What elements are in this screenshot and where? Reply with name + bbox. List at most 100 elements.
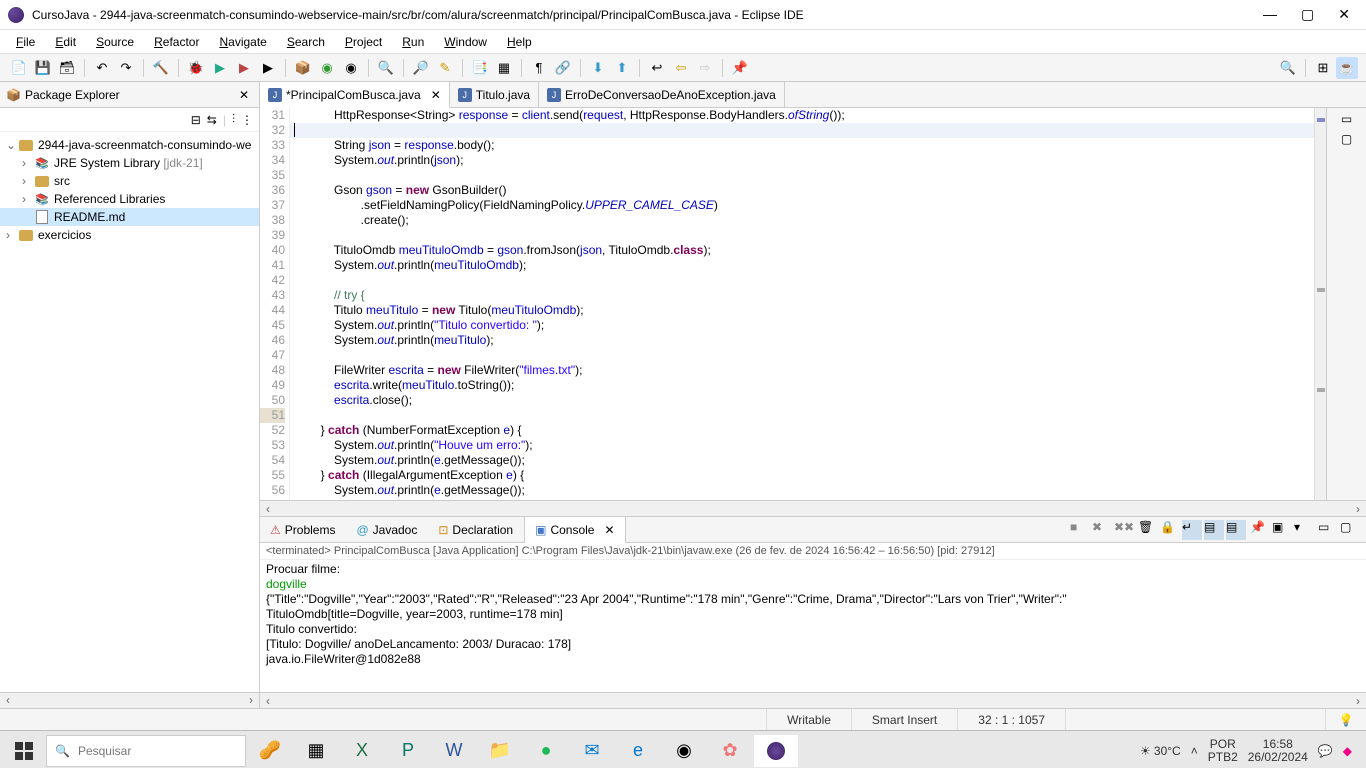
coverage-button[interactable]: ▶ (233, 57, 255, 79)
filter-button[interactable]: ⫶ (232, 112, 235, 127)
word-wrap-button[interactable]: ↵ (1182, 520, 1202, 540)
annotation-button[interactable]: ✎ (434, 57, 456, 79)
new-class-button[interactable]: ◉ (316, 57, 338, 79)
src-folder-item[interactable]: › src (0, 172, 259, 190)
console-hscroll[interactable]: ‹› (260, 692, 1366, 708)
mail-icon[interactable]: ✉ (570, 735, 614, 767)
editor-hscroll[interactable]: ‹› (260, 500, 1366, 516)
explorer-icon[interactable]: 📁 (478, 735, 522, 767)
free-icon[interactable]: ◆ (1343, 744, 1352, 758)
debug-button[interactable]: 🐞 (185, 57, 207, 79)
menu-window[interactable]: Window (436, 33, 495, 51)
code-editor[interactable]: 3132333435363738394041424344454647484950… (260, 108, 1366, 500)
save-button[interactable]: 💾 (32, 57, 54, 79)
readme-file-item[interactable]: README.md (0, 208, 259, 226)
prev-annotation-button[interactable]: ⬆ (611, 57, 633, 79)
tray-chevron[interactable]: ˄ (1191, 744, 1198, 758)
new-interface-button[interactable]: ◉ (340, 57, 362, 79)
overview-ruler[interactable] (1314, 108, 1326, 500)
minimize-button[interactable]: — (1263, 6, 1277, 23)
toggle-mark-button[interactable]: 📑 (469, 57, 491, 79)
new-button[interactable]: 📄 (8, 57, 30, 79)
forward-button[interactable]: ⇨ (694, 57, 716, 79)
max-panel-button[interactable]: ▢ (1340, 520, 1360, 540)
project-tree[interactable]: ⌄ 2944-java-screenmatch-consumindo-we › … (0, 132, 259, 692)
open-perspective-button[interactable]: ⊞ (1312, 57, 1334, 79)
redo-button[interactable]: ↷ (115, 57, 137, 79)
minimize-editor-button[interactable]: ▭ (1341, 112, 1352, 126)
menu-edit[interactable]: Edit (47, 33, 84, 51)
task-view-icon[interactable]: ▦ (294, 735, 338, 767)
javadoc-tab[interactable]: @Javadoc (346, 517, 428, 543)
link-button[interactable]: 🔗 (552, 57, 574, 79)
notification-icon[interactable]: 💬 (1318, 744, 1333, 758)
problems-tab[interactable]: ⚠Problems (260, 517, 346, 543)
menu-project[interactable]: Project (337, 33, 390, 51)
run-last-button[interactable]: ▶ (257, 57, 279, 79)
open-type-button[interactable]: 🔍 (375, 57, 397, 79)
new-package-button[interactable]: 📦 (292, 57, 314, 79)
show-on-error-button[interactable]: ▤ (1226, 520, 1246, 540)
java-perspective-button[interactable]: ☕ (1336, 57, 1358, 79)
declaration-tab[interactable]: ⊡Declaration (428, 517, 524, 543)
close-button[interactable]: ✕ (1338, 6, 1350, 23)
jre-library-item[interactable]: › 📚 JRE System Library [jdk-21] (0, 154, 259, 172)
sidebar-hscroll[interactable]: ‹› (0, 692, 259, 708)
menu-file[interactable]: File (8, 33, 43, 51)
referenced-libraries-item[interactable]: › 📚 Referenced Libraries (0, 190, 259, 208)
open-console-button[interactable]: ▾ (1294, 520, 1314, 540)
undo-button[interactable]: ↶ (91, 57, 113, 79)
close-console-tab[interactable]: ✕ (604, 523, 614, 537)
menu-run[interactable]: Run (394, 33, 432, 51)
show-whitespace-button[interactable]: ¶ (528, 57, 550, 79)
menu-search[interactable]: Search (279, 33, 333, 51)
menu-refactor[interactable]: Refactor (146, 33, 207, 51)
exercicios-item[interactable]: › exercicios (0, 226, 259, 244)
scroll-lock-button[interactable]: 🔒 (1160, 520, 1180, 540)
tip-icon[interactable]: 💡 (1325, 709, 1366, 730)
clock[interactable]: 16:5826/02/2024 (1248, 738, 1308, 764)
next-annotation-button[interactable]: ⬇ (587, 57, 609, 79)
min-panel-button[interactable]: ▭ (1318, 520, 1338, 540)
editor-tab-2[interactable]: JErroDeConversaoDeAnoException.java (539, 82, 785, 108)
chrome-icon[interactable]: ◉ (662, 735, 706, 767)
menu-help[interactable]: Help (499, 33, 540, 51)
language-indicator[interactable]: PORPTB2 (1208, 738, 1238, 764)
terminate-button[interactable]: ■ (1070, 520, 1090, 540)
maximize-button[interactable]: ▢ (1301, 6, 1314, 23)
maximize-editor-button[interactable]: ▢ (1341, 132, 1352, 146)
project-root[interactable]: ⌄ 2944-java-screenmatch-consumindo-we (0, 136, 259, 154)
taskbar-search[interactable]: 🔍 Pesquisar (46, 735, 246, 767)
remove-all-button[interactable]: ✖✖ (1114, 520, 1134, 540)
remove-launch-button[interactable]: ✖ (1092, 520, 1112, 540)
start-button[interactable] (4, 735, 44, 767)
publisher-icon[interactable]: P (386, 735, 430, 767)
toggle-block-button[interactable]: ▦ (493, 57, 515, 79)
menu-source[interactable]: Source (88, 33, 142, 51)
editor-tab-0[interactable]: J*PrincipalComBusca.java✕ (260, 82, 450, 108)
console-output[interactable]: Procuar filme:dogville{"Title":"Dogville… (260, 560, 1366, 692)
eclipse-taskbar-icon[interactable] (754, 735, 798, 767)
close-view-button[interactable]: ✕ (235, 88, 253, 102)
search-button[interactable]: 🔎 (410, 57, 432, 79)
pistachio-icon[interactable]: 🥜 (248, 735, 292, 767)
collapse-all-button[interactable]: ⊟ (191, 113, 201, 127)
menu-navigate[interactable]: Navigate (211, 33, 274, 51)
spotify-icon[interactable]: ● (524, 735, 568, 767)
weather-widget[interactable]: ☀ 30°C (1140, 744, 1181, 758)
search-icon[interactable]: 🔍 (1277, 57, 1299, 79)
editor-tab-1[interactable]: JTitulo.java (450, 82, 539, 108)
console-tab[interactable]: ▣Console✕ (524, 517, 625, 543)
show-on-output-button[interactable]: ▤ (1204, 520, 1224, 540)
view-menu-button[interactable]: ⋮ (241, 113, 253, 127)
close-tab-button[interactable]: ✕ (431, 88, 441, 102)
last-edit-button[interactable]: ↩ (646, 57, 668, 79)
clear-console-button[interactable]: 🗑 (1138, 520, 1158, 540)
run-button[interactable]: ▶ (209, 57, 231, 79)
link-editor-button[interactable]: ⇆ (207, 113, 217, 127)
excel-icon[interactable]: X (340, 735, 384, 767)
display-console-button[interactable]: ▣ (1272, 520, 1292, 540)
app-icon[interactable]: ✿ (708, 735, 752, 767)
pin-console-button[interactable]: 📌 (1250, 520, 1270, 540)
build-button[interactable]: 🔨 (150, 57, 172, 79)
